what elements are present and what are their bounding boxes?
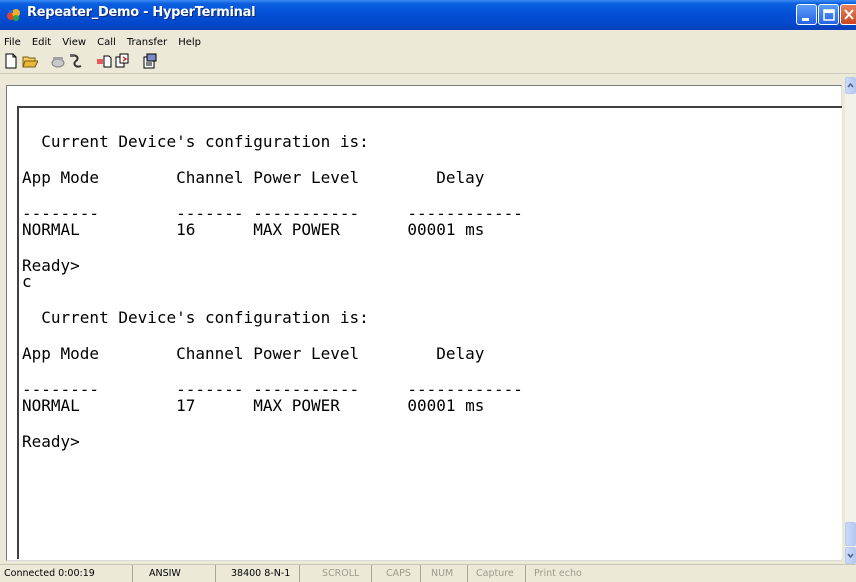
vertical-scrollbar[interactable] xyxy=(845,77,856,564)
call-icon[interactable] xyxy=(50,53,66,69)
minimize-icon xyxy=(802,18,809,21)
send-icon[interactable] xyxy=(96,53,112,69)
terminal-area: Current Device's configuration is: App M… xyxy=(0,75,856,564)
scroll-up-button[interactable] xyxy=(845,77,856,94)
menu-call[interactable]: Call xyxy=(97,34,116,48)
menu-file[interactable]: File xyxy=(4,34,21,48)
window-title: Repeater_Demo - HyperTerminal xyxy=(27,5,256,20)
properties-icon[interactable] xyxy=(142,53,158,69)
close-icon xyxy=(844,9,854,20)
status-num: NUM xyxy=(421,565,468,582)
maximize-button[interactable] xyxy=(818,4,839,25)
chevron-down-icon xyxy=(847,553,854,559)
menu-edit[interactable]: Edit xyxy=(32,34,51,48)
disconnect-icon[interactable] xyxy=(68,53,84,69)
receive-icon[interactable] xyxy=(114,53,130,69)
menu-bar: File Edit View Call Transfer Help xyxy=(0,30,856,49)
close-button[interactable] xyxy=(840,4,856,25)
title-bar[interactable]: Repeater_Demo - HyperTerminal xyxy=(0,0,856,30)
terminal-screen[interactable]: Current Device's configuration is: App M… xyxy=(17,106,842,559)
new-connection-icon[interactable] xyxy=(3,53,19,69)
status-connected: Connected 0:00:19 xyxy=(0,565,133,582)
terminal-line: NORMAL 16 MAX POWER 00001 ms xyxy=(22,220,485,239)
status-bar: Connected 0:00:19 ANSIW 38400 8-N-1 SCRO… xyxy=(0,564,856,582)
maximize-icon xyxy=(823,9,835,21)
terminal-line: Ready> xyxy=(22,432,80,451)
scroll-thumb[interactable] xyxy=(845,522,856,546)
terminal-line: c xyxy=(22,272,32,291)
menu-transfer[interactable]: Transfer xyxy=(127,34,167,48)
toolbar xyxy=(0,49,856,74)
status-caps: CAPS xyxy=(372,565,421,582)
terminal-line: Current Device's configuration is: xyxy=(22,308,369,327)
terminal-line: Current Device's configuration is: xyxy=(22,132,369,151)
status-print-echo: Print echo xyxy=(534,568,582,579)
status-scroll: SCROLL xyxy=(300,565,372,582)
terminal-line: App Mode Channel Power Level Delay xyxy=(22,344,485,363)
status-emulation: ANSIW xyxy=(133,565,216,582)
scroll-down-button[interactable] xyxy=(845,547,856,564)
terminal-line: App Mode Channel Power Level Delay xyxy=(22,168,485,187)
minimize-button[interactable] xyxy=(796,4,817,25)
menu-help[interactable]: Help xyxy=(178,34,201,48)
open-icon[interactable] xyxy=(22,53,38,69)
menu-view[interactable]: View xyxy=(62,34,86,48)
terminal-line: NORMAL 17 MAX POWER 00001 ms xyxy=(22,396,485,415)
status-capture: Capture xyxy=(468,565,526,582)
terminal-frame: Current Device's configuration is: App M… xyxy=(6,85,842,561)
status-port-settings: 38400 8-N-1 xyxy=(216,565,300,582)
chevron-up-icon xyxy=(847,82,854,88)
hyperterminal-icon xyxy=(7,9,20,21)
